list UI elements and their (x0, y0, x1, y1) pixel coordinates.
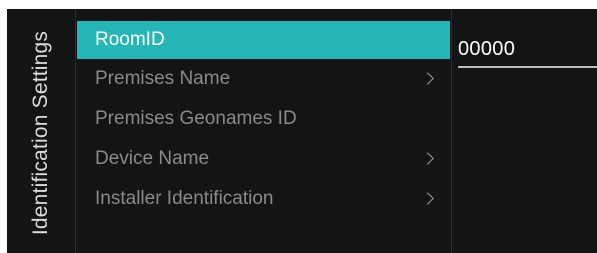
menu-item-device-name[interactable]: Device Name (77, 139, 450, 179)
menu-item-premises-geonames-id[interactable]: Premises Geonames ID (77, 99, 450, 139)
room-id-input[interactable]: 00000 (458, 38, 515, 61)
chevron-right-icon (421, 192, 434, 205)
menu-item-label: Device Name (95, 148, 210, 169)
menu-item-label: RoomID (95, 29, 165, 50)
menu-item-label: Premises Geonames ID (95, 108, 297, 129)
menu-item-installer-identification[interactable]: Installer Identification (77, 179, 450, 219)
section-divider (75, 9, 76, 253)
menu-item-room-id[interactable]: RoomID (77, 21, 450, 59)
menu-item-premises-name[interactable]: Premises Name (77, 59, 450, 99)
section-title: Identification Settings (29, 30, 52, 236)
room-id-value-panel: 00000 (452, 9, 597, 253)
menu-item-label: Installer Identification (95, 188, 274, 209)
settings-menu: RoomID Premises Name Premises Geonames I… (77, 21, 450, 253)
chevron-right-icon (421, 72, 434, 85)
input-underline (458, 66, 597, 68)
chevron-right-icon (421, 152, 434, 165)
menu-item-label: Premises Name (95, 68, 231, 89)
tv-settings-screen: Identification Settings RoomID Premises … (7, 9, 597, 253)
settings-section-panel: Identification Settings (7, 9, 75, 253)
